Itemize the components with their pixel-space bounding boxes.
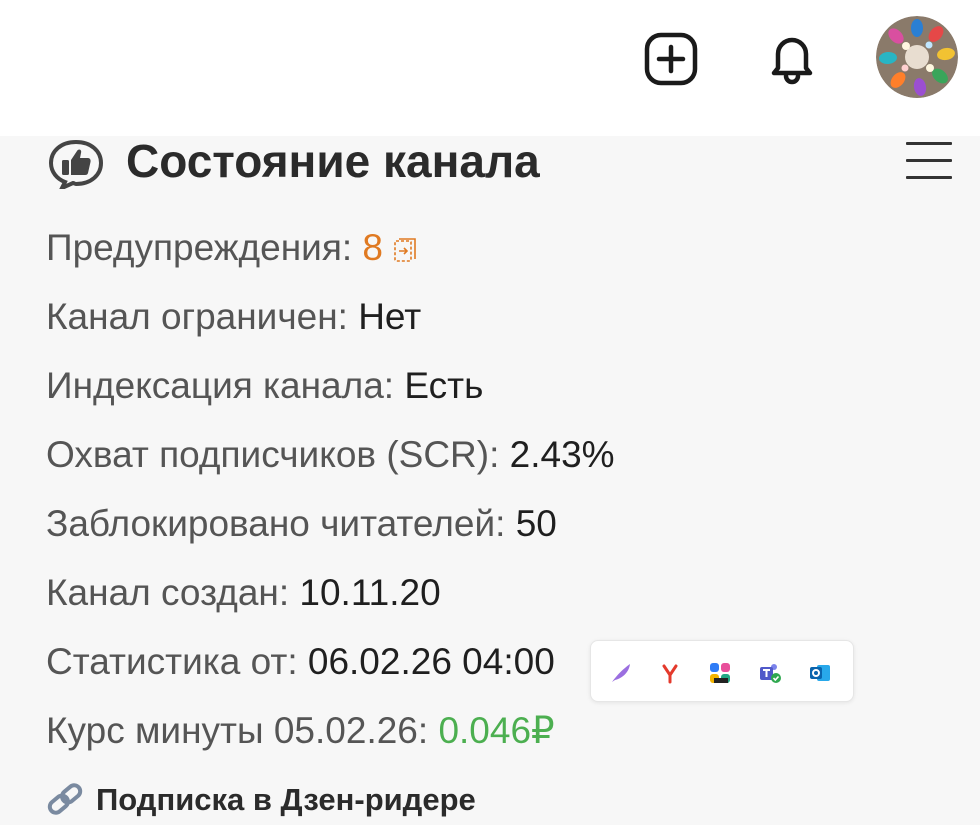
status-label: Курс минуты 05.02.26:	[46, 710, 439, 751]
status-value: 50	[515, 503, 557, 544]
status-label: Канал создан:	[46, 572, 300, 613]
zen-reader-subscription-link[interactable]: Подписка в Дзен-ридере	[46, 780, 476, 820]
status-row-created: Канал создан: 10.11.20	[46, 571, 441, 615]
hamburger-line-icon	[906, 176, 952, 179]
app-tray	[590, 640, 854, 702]
bell-icon	[771, 37, 813, 85]
channel-status-panel: Состояние канала Предупреждения: 8 Канал…	[0, 136, 980, 825]
outlook-icon[interactable]	[808, 661, 832, 685]
status-row-indexing: Индексация канала: Есть	[46, 364, 483, 408]
link-icon	[47, 783, 83, 815]
status-label: Охват подписчиков (SCR):	[46, 434, 510, 475]
status-row-warnings: Предупреждения: 8	[46, 226, 417, 270]
plus-square-icon	[644, 32, 698, 86]
status-row-stats-time: Статистика от: 06.02.26 04:00	[46, 640, 555, 684]
menu-button[interactable]	[906, 142, 952, 188]
status-value: 0.046₽	[438, 710, 555, 751]
avatar-image	[876, 16, 958, 98]
hamburger-line-icon	[906, 159, 952, 162]
reader-link-label: Подписка в Дзен-ридере	[96, 782, 476, 817]
status-value: 10.11.20	[299, 572, 441, 613]
notifications-button[interactable]	[764, 30, 820, 86]
top-bar	[0, 0, 980, 136]
status-label: Предупреждения:	[46, 227, 363, 268]
open-warnings-icon[interactable]	[393, 237, 417, 263]
panel-header: Состояние канала	[46, 136, 980, 196]
status-label: Канал ограничен:	[46, 296, 359, 337]
thumbs-up-chat-icon	[48, 139, 104, 189]
teams-icon[interactable]	[758, 661, 782, 685]
status-label: Индексация канала:	[46, 365, 405, 406]
yandex-icon[interactable]	[658, 661, 682, 685]
hamburger-line-icon	[906, 142, 952, 145]
status-value: Есть	[404, 365, 484, 406]
status-value: Нет	[358, 296, 422, 337]
status-row-minute-rate: Курс минуты 05.02.26: 0.046₽	[46, 709, 555, 753]
status-row-scr: Охват подписчиков (SCR): 2.43%	[46, 433, 615, 477]
copilot-icon[interactable]	[708, 661, 732, 685]
feather-icon[interactable]	[609, 661, 633, 685]
status-label: Статистика от:	[46, 641, 308, 682]
avatar[interactable]	[876, 16, 958, 98]
status-label: Заблокировано читателей:	[46, 503, 516, 544]
panel-title: Состояние канала	[126, 135, 540, 187]
status-value: 06.02.26 04:00	[307, 641, 555, 682]
status-row-restricted: Канал ограничен: Нет	[46, 295, 421, 339]
add-button[interactable]	[644, 32, 698, 86]
warnings-count[interactable]: 8	[362, 227, 383, 268]
status-row-blocked: Заблокировано читателей: 50	[46, 502, 557, 546]
status-value: 2.43%	[509, 434, 615, 475]
